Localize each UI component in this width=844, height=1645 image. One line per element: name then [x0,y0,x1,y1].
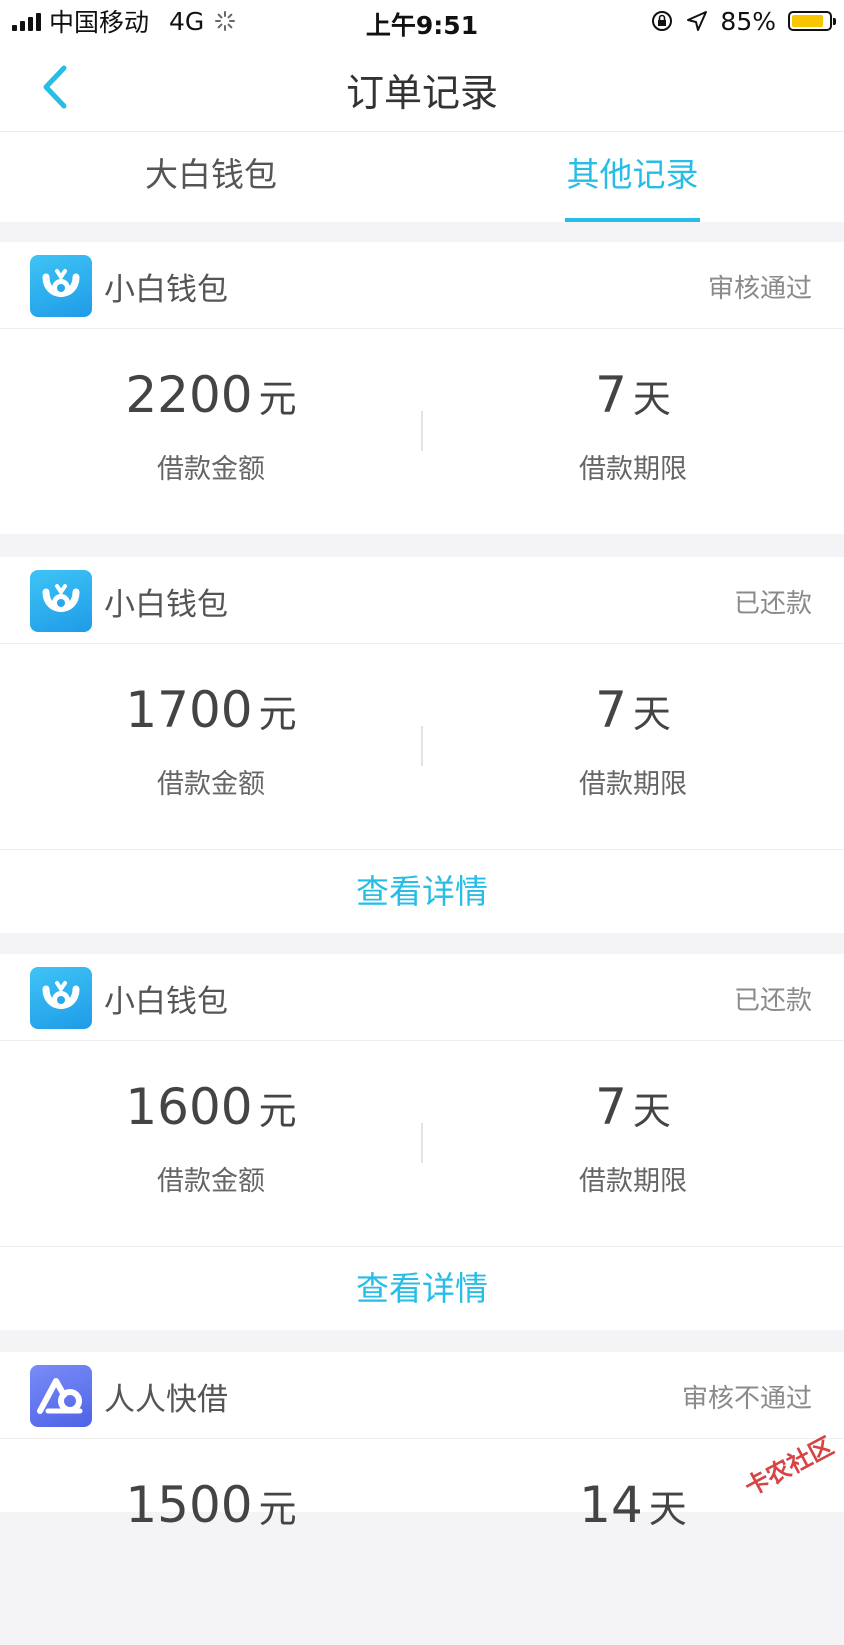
order-status: 审核不通过 [681,1384,812,1414]
loan-amount-value: 1600 [125,1078,253,1136]
loan-amount-block: 1600 元 借款金额 [0,1041,422,1198]
order-card[interactable]: 小白钱包 已还款 1700 元 借款金额 7天 借款期限 查看详情 [0,557,844,933]
order-status: 已还款 [733,986,812,1016]
term-unit: 天 [648,1487,687,1531]
loan-term-block: 7天 借款期限 [422,329,844,486]
loan-term-label: 借款期限 [579,769,687,800]
term-unit: 天 [632,377,671,421]
amount-unit: 元 [258,377,297,421]
xiaobai-wallet-logo-icon [30,255,92,317]
loan-amount-value: 2200 [125,366,253,424]
loan-amount-block: 1700 元 借款金额 [0,644,422,801]
loan-term-value: 7 [595,366,627,424]
loan-term-value: 7 [595,1078,627,1136]
battery-percent: 85% [720,6,776,36]
loan-term-label: 借款期限 [579,454,687,485]
product-name: 小白钱包 [104,272,228,308]
order-card[interactable]: 人人快借 审核不通过 1500 元 14 天 [0,1352,844,1534]
loan-amount-block: 2200 元 借款金额 [0,329,422,486]
battery-fill [792,15,823,27]
page-title: 订单记录 [345,71,498,115]
order-card-header: 小白钱包 已还款 [0,557,844,644]
loan-amount-label: 借款金额 [157,769,265,800]
order-card-body: 2200 元 借款金额 7天 借款期限 [0,329,844,535]
loan-term-block: 7天 借款期限 [422,644,844,801]
loan-term-value: 14 [579,1476,643,1534]
amount-unit: 元 [258,692,297,736]
loan-term-label: 借款期限 [579,1166,687,1197]
order-card-header: 小白钱包 已还款 [0,954,844,1041]
xiaobai-wallet-logo-icon [30,967,92,1029]
view-details-button[interactable]: 查看详情 [0,1246,844,1331]
order-status: 审核通过 [707,274,812,304]
term-unit: 天 [632,1089,671,1133]
status-bar: 中国移动 4G 上午9:51 85% [0,0,844,44]
amount-unit: 元 [258,1487,297,1531]
tab-other-records[interactable]: 其他记录 [565,132,700,222]
loan-term-value: 7 [595,681,627,739]
battery-icon [788,11,836,31]
xiaobai-wallet-logo-icon [30,570,92,632]
loan-term-block: 7天 借款期限 [422,1041,844,1198]
loan-amount-block: 1500 元 [0,1439,422,1535]
order-card-body: 1600 元 借款金额 7天 借款期限 [0,1041,844,1247]
product-name: 小白钱包 [104,984,228,1020]
tab-bar: 大白钱包 其他记录 [0,132,844,222]
loan-amount-label: 借款金额 [157,1166,265,1197]
order-card[interactable]: 小白钱包 审核通过 2200 元 借款金额 7天 借款期限 [0,242,844,534]
location-icon [687,11,708,31]
order-status: 已还款 [733,589,812,619]
product-name: 小白钱包 [104,587,228,623]
active-tab-indicator [565,218,700,222]
amount-unit: 元 [258,1089,297,1133]
order-card-header: 小白钱包 审核通过 [0,242,844,329]
tab-dabai-wallet[interactable]: 大白钱包 [110,132,312,222]
term-unit: 天 [632,692,671,736]
order-card-body: 1700 元 借款金额 7天 借款期限 [0,644,844,850]
loan-amount-label: 借款金额 [157,454,265,485]
order-card-header: 人人快借 审核不通过 [0,1352,844,1439]
status-bar-right: 85% [650,6,836,36]
navigation-bar: 订单记录 [0,44,844,132]
renren-kuaijie-logo-icon [30,1365,92,1427]
loan-amount-value: 1500 [125,1476,253,1534]
rotation-lock-icon [652,11,673,31]
order-card-body: 1500 元 14 天 [0,1439,844,1645]
view-details-button[interactable]: 查看详情 [0,849,844,934]
order-card[interactable]: 小白钱包 已还款 1600 元 借款金额 7天 借款期限 查看详情 [0,954,844,1330]
loan-amount-value: 1700 [125,681,253,739]
product-name: 人人快借 [104,1382,228,1418]
